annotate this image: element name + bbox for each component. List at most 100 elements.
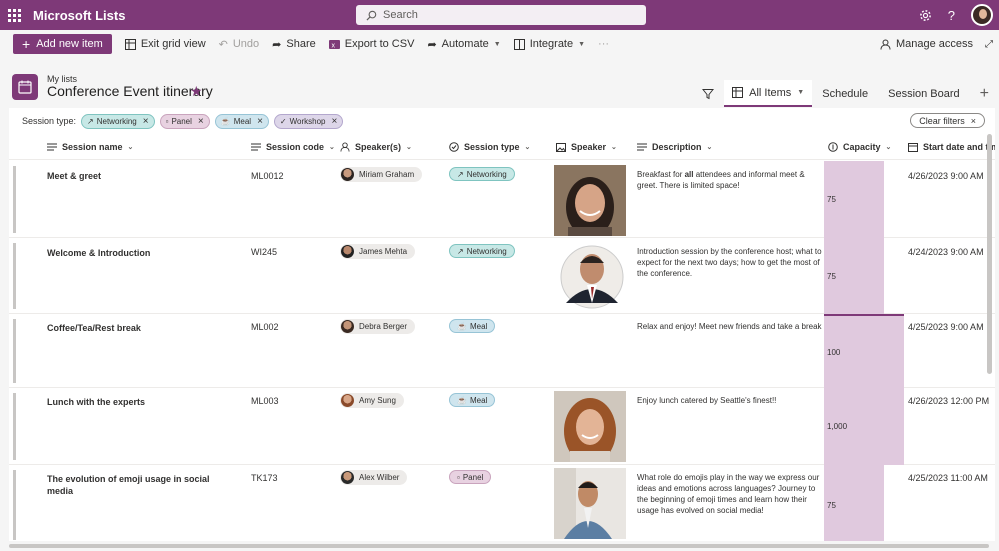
add-view-icon[interactable]: + <box>970 80 999 107</box>
column-header-speakers[interactable]: Speaker(s) ⌄ <box>340 134 412 160</box>
column-label: Session code <box>266 142 325 152</box>
row-selector[interactable] <box>13 319 16 383</box>
description-cell[interactable]: What role do emojis play in the way we e… <box>637 472 822 516</box>
session-name-cell[interactable]: Lunch with the experts <box>47 396 217 408</box>
share-button[interactable]: ➦ Share <box>272 38 316 51</box>
avatar[interactable] <box>971 4 993 26</box>
speaker-photo[interactable] <box>554 391 626 462</box>
row-selector[interactable] <box>13 243 16 309</box>
column-header-description[interactable]: Description ⌄ <box>637 134 712 160</box>
expand-icon[interactable]: ⤢ <box>985 39 993 50</box>
horizontal-scrollbar[interactable] <box>9 544 989 548</box>
tab-schedule[interactable]: Schedule <box>812 80 878 107</box>
networking-icon: ↗ <box>457 169 464 179</box>
exit-grid-view-button[interactable]: Exit grid view <box>124 38 206 50</box>
filter-chip-label: Workshop <box>289 116 326 126</box>
capacity-cell[interactable]: 75 <box>824 238 884 314</box>
session-code-cell[interactable]: TK173 <box>251 473 278 483</box>
tab-session-board[interactable]: Session Board <box>878 80 970 107</box>
session-name-cell[interactable]: Welcome & Introduction <box>47 247 217 259</box>
person-chip[interactable]: Amy Sung <box>340 393 404 408</box>
session-code-cell[interactable]: ML003 <box>251 396 279 406</box>
session-name-cell[interactable]: Meet & greet <box>47 170 217 182</box>
description-cell[interactable]: Relax and enjoy! Meet new friends and ta… <box>637 321 822 332</box>
start-date-cell[interactable]: 4/25/2023 11:00 AM <box>908 473 988 483</box>
start-date-cell[interactable]: 4/26/2023 9:00 AM <box>908 171 984 181</box>
person-chip[interactable]: Alex Wilber <box>340 470 408 485</box>
help-icon[interactable]: ? <box>948 8 955 23</box>
filter-chip-meal[interactable]: ☕ Meal × <box>214 113 269 129</box>
table-row[interactable]: The evolution of emoji usage in social m… <box>9 465 995 541</box>
app-title[interactable]: Microsoft Lists <box>33 8 125 23</box>
meal-icon: ☕ <box>457 321 467 331</box>
description-cell[interactable]: Introduction session by the conference h… <box>637 246 822 279</box>
close-icon[interactable]: × <box>331 116 337 127</box>
search-box[interactable]: Search <box>356 5 646 25</box>
session-type-badge[interactable]: ☕ Meal <box>449 319 496 333</box>
automate-button[interactable]: ➦ Automate ▼ <box>427 38 500 51</box>
clear-filters-button[interactable]: Clear filters × <box>910 113 985 128</box>
row-selector[interactable] <box>13 393 16 460</box>
close-icon[interactable]: × <box>257 116 263 127</box>
gear-icon[interactable] <box>919 9 932 22</box>
row-selector[interactable] <box>13 166 16 233</box>
page-title[interactable]: Conference Event itinerary <box>47 83 213 99</box>
filter-chip-workshop[interactable]: ✓ Workshop × <box>273 113 344 129</box>
column-header-speaker-image[interactable]: Speaker ⌄ <box>556 134 617 160</box>
session-name-cell[interactable]: The evolution of emoji usage in social m… <box>47 473 217 497</box>
row-selector[interactable] <box>13 470 16 540</box>
speaker-photo[interactable] <box>554 241 626 312</box>
list-icon <box>12 74 38 100</box>
start-date-cell[interactable]: 4/24/2023 9:00 AM <box>908 247 984 257</box>
close-icon[interactable]: × <box>198 116 204 127</box>
tab-all-items[interactable]: All Items ▼ <box>724 80 813 107</box>
session-type-badge[interactable]: ▫ Panel <box>449 470 492 484</box>
session-code-cell[interactable]: ML002 <box>251 322 279 332</box>
session-type-badge[interactable]: ☕ Meal <box>449 393 496 407</box>
app-launcher-icon[interactable] <box>1 0 27 30</box>
filter-chip-networking[interactable]: ↗ Networking × <box>81 113 155 129</box>
capacity-cell[interactable]: 75 <box>824 161 884 238</box>
session-code-cell[interactable]: WI245 <box>251 247 277 257</box>
table-row[interactable]: Coffee/Tea/Rest break ML002 Debra Berger… <box>9 314 995 388</box>
person-chip[interactable]: James Mehta <box>340 244 416 259</box>
session-type-badge[interactable]: ↗ Networking <box>449 244 515 258</box>
integrate-button[interactable]: Integrate ▼ <box>513 38 585 50</box>
capacity-cell[interactable]: 75 <box>824 465 884 541</box>
filter-icon[interactable] <box>692 80 724 107</box>
export-csv-button[interactable]: x Export to CSV <box>328 38 414 50</box>
networking-icon: ↗ <box>457 246 464 256</box>
person-chip[interactable]: Debra Berger <box>340 319 416 334</box>
column-header-session-name[interactable]: Session name ⌄ <box>47 134 133 160</box>
filter-chip-panel[interactable]: ▫ Panel × <box>159 113 210 129</box>
manage-access-button[interactable]: Manage access <box>880 38 973 50</box>
undo-button[interactable]: ↶ Undo <box>219 38 260 51</box>
table-row[interactable]: Lunch with the experts ML003 Amy Sung ☕ … <box>9 388 995 465</box>
speaker-name: Alex Wilber <box>359 473 400 482</box>
column-header-capacity[interactable]: Capacity ⌄ <box>828 134 891 160</box>
networking-icon: ↗ <box>87 116 94 126</box>
person-chip[interactable]: Miriam Graham <box>340 167 423 182</box>
capacity-cell[interactable]: 1,000 <box>824 388 904 465</box>
session-code-cell[interactable]: ML0012 <box>251 171 284 181</box>
table-row[interactable]: Meet & greet ML0012 Miriam Graham ↗ Netw… <box>9 161 995 238</box>
close-icon[interactable]: × <box>143 116 149 127</box>
column-header-session-code[interactable]: Session code ⌄ <box>251 134 335 160</box>
more-button[interactable]: ··· <box>598 38 609 50</box>
table-row[interactable]: Welcome & Introduction WI245 James Mehta… <box>9 238 995 314</box>
capacity-cell[interactable]: 100 <box>824 314 904 388</box>
session-name-cell[interactable]: Coffee/Tea/Rest break <box>47 322 217 334</box>
speaker-photo[interactable] <box>554 468 626 539</box>
start-date-cell[interactable]: 4/25/2023 9:00 AM <box>908 322 984 332</box>
column-header-session-type[interactable]: Session type ⌄ <box>449 134 530 160</box>
start-date-cell[interactable]: 4/26/2023 12:00 PM <box>908 396 989 406</box>
column-header-start-date[interactable]: Start date and tim <box>908 134 995 160</box>
star-icon[interactable]: ★ <box>190 83 203 100</box>
description-cell[interactable]: Breakfast for all attendees and informal… <box>637 169 822 191</box>
vertical-scrollbar[interactable] <box>987 134 992 374</box>
speaker-photo[interactable] <box>554 165 626 236</box>
session-type-badge[interactable]: ↗ Networking <box>449 167 515 181</box>
description-cell[interactable]: Enjoy lunch catered by Seattle's finest!… <box>637 395 822 406</box>
share-icon: ➦ <box>272 38 282 51</box>
add-new-item-button[interactable]: + Add new item <box>13 34 112 54</box>
